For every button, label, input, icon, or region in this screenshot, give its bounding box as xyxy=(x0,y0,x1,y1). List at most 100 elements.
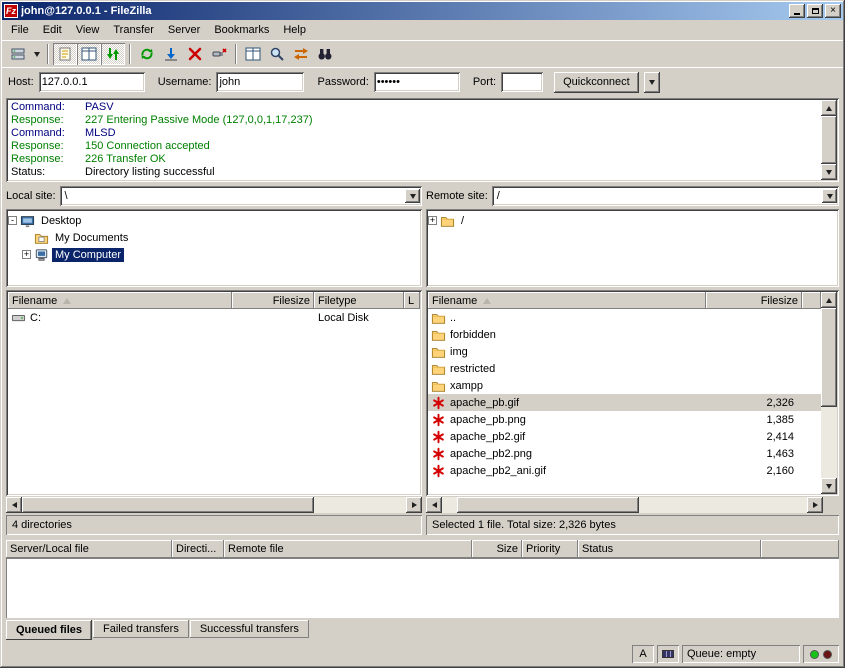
disconnect-button[interactable] xyxy=(207,43,231,65)
find-files-button[interactable] xyxy=(313,43,337,65)
tree-item-my-documents[interactable]: My Documents xyxy=(8,229,420,246)
menu-edit[interactable]: Edit xyxy=(36,21,69,39)
column-filesize[interactable]: Filesize xyxy=(232,292,314,309)
remote-vertical-scrollbar[interactable] xyxy=(821,292,837,494)
toolbar-separator xyxy=(235,44,237,64)
tab-failed-transfers[interactable]: Failed transfers xyxy=(93,620,189,638)
expand-icon[interactable]: + xyxy=(22,250,31,259)
remote-file-list[interactable]: Filename Filesize .. forbidden xyxy=(426,290,839,496)
menu-bookmarks[interactable]: Bookmarks xyxy=(207,21,276,39)
scrollbar-track[interactable] xyxy=(442,497,807,513)
minimize-button[interactable] xyxy=(789,4,805,18)
file-row[interactable]: C: Local Disk xyxy=(8,309,420,326)
expand-icon[interactable]: + xyxy=(428,216,437,225)
file-row[interactable]: forbidden xyxy=(428,326,821,343)
file-row[interactable]: apache_pb2.gif 2,414 xyxy=(428,428,821,445)
local-list-body[interactable]: C: Local Disk xyxy=(8,309,420,494)
scrollbar-thumb[interactable] xyxy=(22,497,314,513)
file-row[interactable]: xampp xyxy=(428,377,821,394)
scrollbar-thumb[interactable] xyxy=(821,308,837,407)
tab-queued-files[interactable]: Queued files xyxy=(6,620,92,640)
file-row[interactable]: apache_pb2_ani.gif 2,160 xyxy=(428,462,821,479)
site-manager-dropdown[interactable] xyxy=(30,43,43,65)
column-direction[interactable]: Directi... xyxy=(172,540,224,558)
close-button[interactable]: × xyxy=(825,4,841,18)
filename-search-button[interactable] xyxy=(265,43,289,65)
local-horizontal-scrollbar[interactable] xyxy=(6,497,422,513)
scroll-down-button[interactable] xyxy=(821,164,837,180)
local-directory-tree[interactable]: - Desktop My Documents + My Computer xyxy=(6,209,422,287)
remote-site-combobox[interactable]: / xyxy=(492,186,839,206)
password-input[interactable] xyxy=(374,72,460,92)
column-filename[interactable]: Filename xyxy=(428,292,706,309)
statusbar: A Queue: empty xyxy=(2,642,843,666)
column-server-local-file[interactable]: Server/Local file xyxy=(6,540,172,558)
host-input[interactable] xyxy=(39,72,145,92)
local-file-list[interactable]: Filename Filesize Filetype L C: Local Di… xyxy=(6,290,422,496)
quickconnect-button[interactable]: Quickconnect xyxy=(554,72,639,93)
tree-item-desktop[interactable]: - Desktop xyxy=(8,212,420,229)
file-row[interactable]: img xyxy=(428,343,821,360)
menu-file[interactable]: File xyxy=(4,21,36,39)
column-priority[interactable]: Priority xyxy=(522,540,578,558)
toggle-transfer-queue-button[interactable] xyxy=(101,43,125,65)
image-file-icon xyxy=(431,396,446,410)
username-input[interactable] xyxy=(216,72,304,92)
column-remote-file[interactable]: Remote file xyxy=(224,540,472,558)
port-input[interactable] xyxy=(501,72,543,92)
scroll-down-button[interactable] xyxy=(821,478,837,494)
log-vertical-scrollbar[interactable] xyxy=(821,100,837,180)
maximize-button[interactable] xyxy=(807,4,823,18)
scrollbar-track[interactable] xyxy=(821,308,837,478)
tree-item-my-computer[interactable]: + My Computer xyxy=(8,246,420,263)
toolbar-separator xyxy=(47,44,49,64)
refresh-button[interactable] xyxy=(135,43,159,65)
tab-successful-transfers[interactable]: Successful transfers xyxy=(190,620,309,638)
combo-dropdown-button[interactable] xyxy=(822,189,837,203)
scrollbar-thumb[interactable] xyxy=(821,116,837,164)
scroll-up-button[interactable] xyxy=(821,292,837,308)
cancel-operation-button[interactable] xyxy=(183,43,207,65)
collapse-icon[interactable]: - xyxy=(8,216,17,225)
directory-comparison-button[interactable] xyxy=(241,43,265,65)
column-status[interactable]: Status xyxy=(578,540,761,558)
file-row[interactable]: restricted xyxy=(428,360,821,377)
scrollbar-track[interactable] xyxy=(821,116,837,164)
log-line: Command:PASV xyxy=(11,101,818,114)
scrollbar-thumb[interactable] xyxy=(457,497,640,513)
combo-dropdown-button[interactable] xyxy=(405,189,420,203)
image-file-icon xyxy=(431,464,446,478)
menu-view[interactable]: View xyxy=(69,21,107,39)
column-filetype[interactable]: Filetype xyxy=(314,292,404,309)
queue-body[interactable] xyxy=(6,558,839,618)
remote-list-body[interactable]: .. forbidden img restricted xyxy=(428,309,821,494)
scroll-right-button[interactable] xyxy=(406,497,422,513)
file-row-selected[interactable]: apache_pb.gif 2,326 xyxy=(428,394,821,411)
quickconnect-dropdown[interactable] xyxy=(644,72,660,93)
menu-server[interactable]: Server xyxy=(161,21,207,39)
remote-horizontal-scrollbar[interactable] xyxy=(426,497,823,513)
scroll-up-button[interactable] xyxy=(821,100,837,116)
file-row[interactable]: .. xyxy=(428,309,821,326)
scrollbar-track[interactable] xyxy=(22,497,406,513)
scroll-left-button[interactable] xyxy=(6,497,22,513)
toggle-message-log-button[interactable] xyxy=(53,43,77,65)
scroll-right-button[interactable] xyxy=(807,497,823,513)
toggle-tree-views-button[interactable] xyxy=(77,43,101,65)
tree-item-root[interactable]: + / xyxy=(428,212,837,229)
process-queue-button[interactable] xyxy=(159,43,183,65)
local-site-combobox[interactable]: \ xyxy=(60,186,422,206)
column-size[interactable]: Size xyxy=(472,540,522,558)
column-filesize[interactable]: Filesize xyxy=(706,292,802,309)
column-last-modified[interactable]: L xyxy=(404,292,420,309)
file-row[interactable]: apache_pb2.png 1,463 xyxy=(428,445,821,462)
menu-transfer[interactable]: Transfer xyxy=(106,21,161,39)
column-filename[interactable]: Filename xyxy=(8,292,232,309)
magnifier-icon xyxy=(269,46,285,62)
scroll-left-button[interactable] xyxy=(426,497,442,513)
menu-help[interactable]: Help xyxy=(276,21,313,39)
file-row[interactable]: apache_pb.png 1,385 xyxy=(428,411,821,428)
site-manager-button[interactable] xyxy=(6,43,30,65)
synchronized-browsing-button[interactable] xyxy=(289,43,313,65)
remote-directory-tree[interactable]: + / xyxy=(426,209,839,287)
